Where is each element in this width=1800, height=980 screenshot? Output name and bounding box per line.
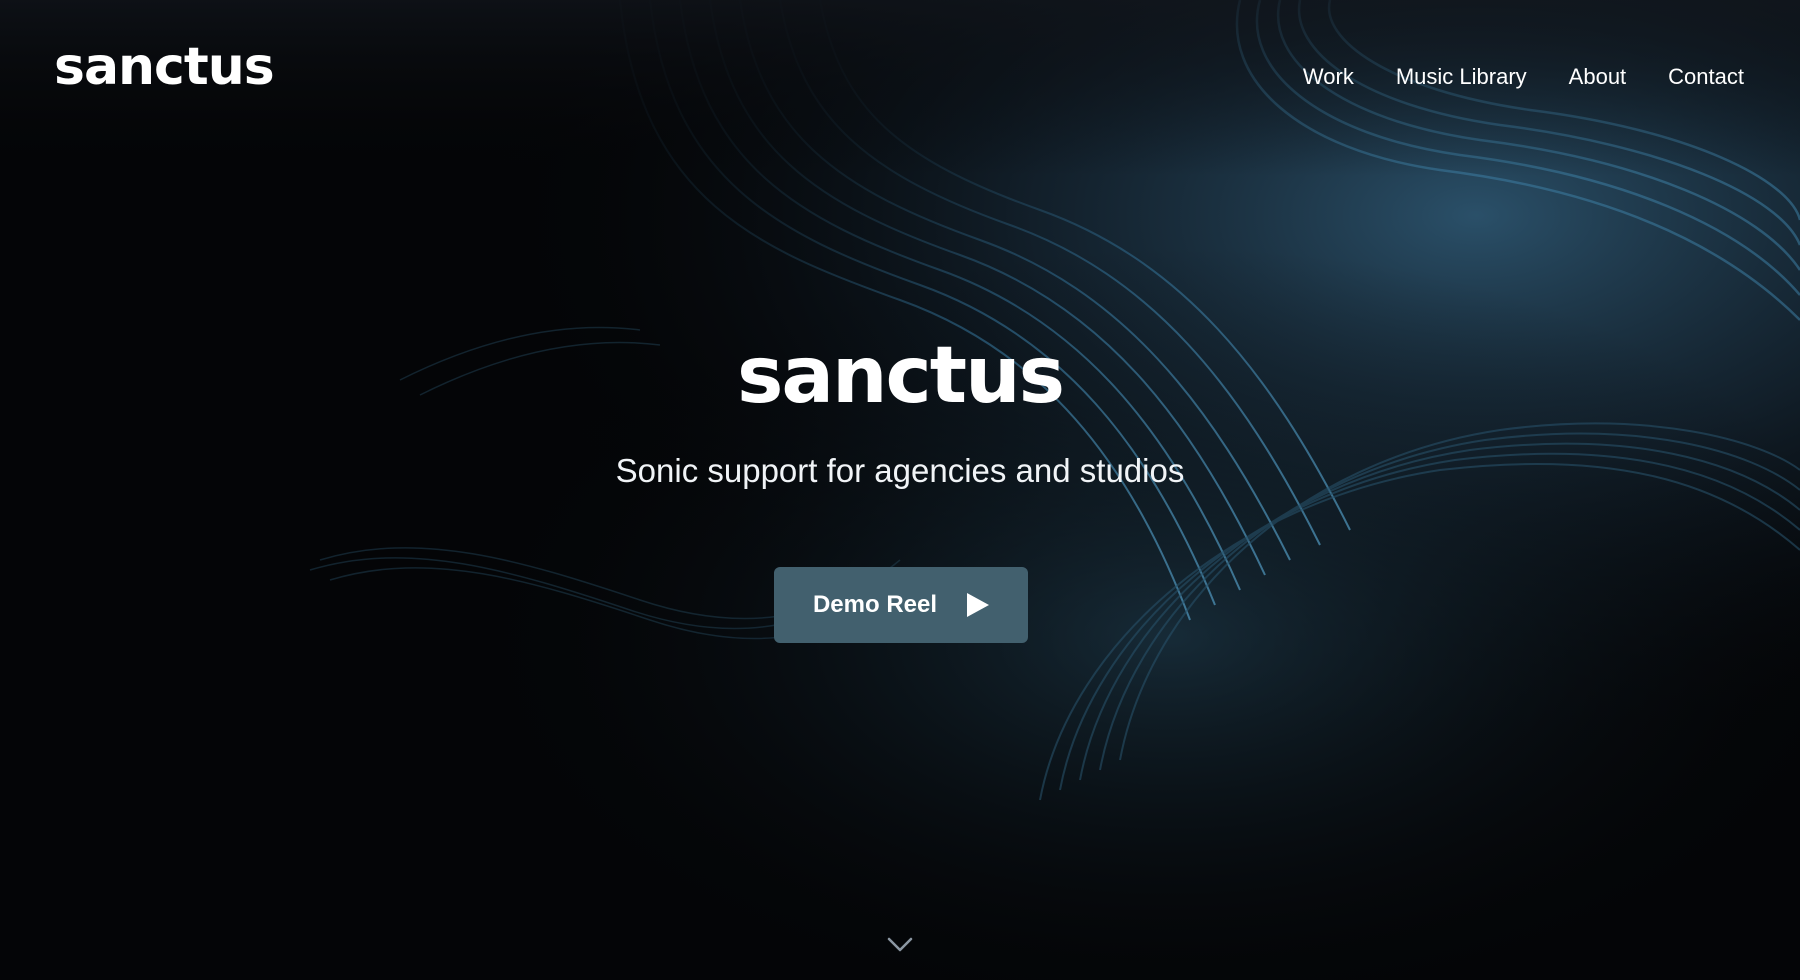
landing-page: sanctus Work Music Library About Contact…	[0, 0, 1800, 980]
site-header: sanctus Work Music Library About Contact	[0, 0, 1800, 160]
hero-section: sanctus Sonic support for agencies and s…	[0, 330, 1800, 490]
hero-tagline: Sonic support for agencies and studios	[615, 451, 1185, 489]
play-icon	[967, 593, 990, 617]
nav-item-music-library[interactable]: Music Library	[1396, 62, 1527, 92]
nav-item-about[interactable]: About	[1569, 62, 1627, 92]
logo[interactable]: sanctus	[54, 36, 275, 98]
demo-reel-button[interactable]: Demo Reel	[774, 567, 1028, 643]
nav-item-work[interactable]: Work	[1303, 62, 1354, 92]
main-nav: Work Music Library About Contact	[1303, 62, 1744, 92]
hero-logo: sanctus	[736, 331, 1065, 421]
chevron-down-icon[interactable]	[886, 936, 914, 954]
nav-item-contact[interactable]: Contact	[1668, 62, 1744, 92]
demo-reel-label: Demo Reel	[812, 591, 938, 618]
